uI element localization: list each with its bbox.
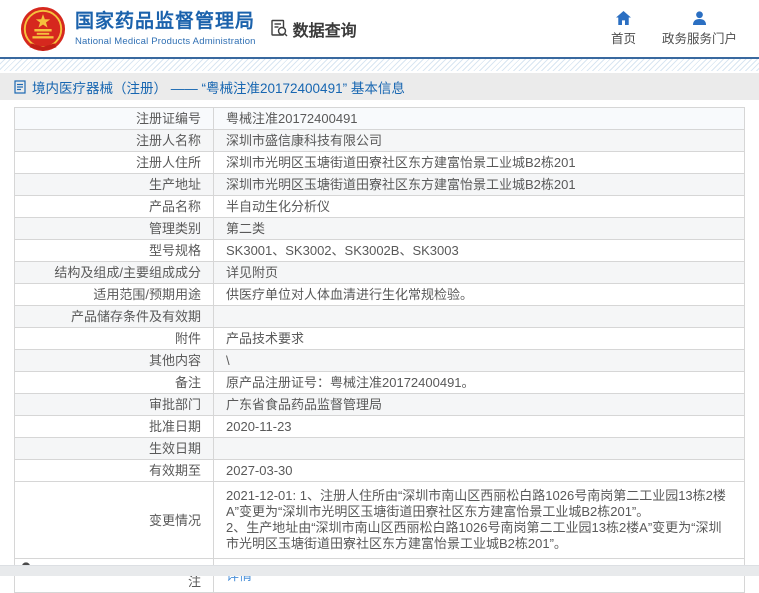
row-label: 变更情况 xyxy=(15,482,214,559)
row-label: 注册证编号 xyxy=(15,108,214,130)
row-label: 注册人住所 xyxy=(15,152,214,174)
gov-portal-link[interactable]: 政务服务门户 xyxy=(662,11,737,47)
row-label: 备注 xyxy=(15,372,214,394)
table-row: 批准日期 2020-11-23 xyxy=(15,416,745,438)
row-label: 生产地址 xyxy=(15,174,214,196)
row-value: 供医疗单位对人体血清进行生化常规检验。 xyxy=(214,284,745,306)
data-query-nav[interactable]: 数据查询 xyxy=(270,17,357,41)
brand-title-cn: 国家药品监督管理局 xyxy=(75,11,256,33)
table-row: 注册证编号 粤械注准20172400491 xyxy=(15,108,745,130)
table-row: 有效期至 2027-03-30 xyxy=(15,460,745,482)
row-label: 有效期至 xyxy=(15,460,214,482)
row-value: 广东省食品药品监督管理局 xyxy=(214,394,745,416)
row-value: 原产品注册证号：粤械注准20172400491。 xyxy=(214,372,745,394)
row-value: 深圳市光明区玉塘街道田寮社区东方建富怡景工业城B2栋201 xyxy=(214,174,745,196)
table-row: 注册人住所 深圳市光明区玉塘街道田寮社区东方建富怡景工业城B2栋201 xyxy=(15,152,745,174)
table-row: 附件 产品技术要求 xyxy=(15,328,745,350)
row-value: \ xyxy=(214,350,745,372)
table-row: 注册人名称 深圳市盛信康科技有限公司 xyxy=(15,130,745,152)
brand-title-en: National Medical Products Administration xyxy=(75,36,256,47)
row-value: 半自动生化分析仪 xyxy=(214,196,745,218)
brand: 国家药品监督管理局 National Medical Products Admi… xyxy=(20,6,256,52)
table-row: 产品名称 半自动生化分析仪 xyxy=(15,196,745,218)
row-label: 结构及组成/主要组成成分 xyxy=(15,262,214,284)
home-icon xyxy=(616,11,631,25)
row-label: 注册人名称 xyxy=(15,130,214,152)
row-value xyxy=(214,438,745,460)
table-row: 结构及组成/主要组成成分 详见附页 xyxy=(15,262,745,284)
table-row: 管理类别 第二类 xyxy=(15,218,745,240)
brand-text: 国家药品监督管理局 National Medical Products Admi… xyxy=(75,11,256,47)
breadcrumb-text: 境内医疗器械（注册） —— “粤械注准20172400491” 基本信息 xyxy=(32,77,405,97)
site-header: 国家药品监督管理局 National Medical Products Admi… xyxy=(0,0,759,57)
table-row: 生效日期 xyxy=(15,438,745,460)
row-label: 附件 xyxy=(15,328,214,350)
page-bottom-strip xyxy=(0,565,759,576)
row-label: 其他内容 xyxy=(15,350,214,372)
home-link[interactable]: 首页 xyxy=(611,11,636,47)
row-label: 型号规格 xyxy=(15,240,214,262)
gov-portal-label: 政务服务门户 xyxy=(662,28,737,47)
row-label: 适用范围/预期用途 xyxy=(15,284,214,306)
registration-info-table: 注册证编号 粤械注准20172400491 注册人名称 深圳市盛信康科技有限公司… xyxy=(14,107,745,593)
table-row: 型号规格 SK3001、SK3002、SK3002B、SK3003 xyxy=(15,240,745,262)
row-value: 第二类 xyxy=(214,218,745,240)
breadcrumb: 境内医疗器械（注册） —— “粤械注准20172400491” 基本信息 xyxy=(0,73,759,100)
row-value: SK3001、SK3002、SK3002B、SK3003 xyxy=(214,240,745,262)
table-row: 产品储存条件及有效期 xyxy=(15,306,745,328)
document-icon xyxy=(14,80,26,94)
table-row: 其他内容 \ xyxy=(15,350,745,372)
row-label: 批准日期 xyxy=(15,416,214,438)
table-row: 变更情况 2021-12-01: 1、注册人住所由“深圳市南山区西丽松白路102… xyxy=(15,482,745,559)
row-label: 管理类别 xyxy=(15,218,214,240)
row-value: 2020-11-23 xyxy=(214,416,745,438)
row-value: 产品技术要求 xyxy=(214,328,745,350)
row-value xyxy=(214,306,745,328)
row-label: 产品储存条件及有效期 xyxy=(15,306,214,328)
data-query-icon xyxy=(270,19,289,38)
row-value: 2027-03-30 xyxy=(214,460,745,482)
row-value: 粤械注准20172400491 xyxy=(214,108,745,130)
top-links: 首页 政务服务门户 xyxy=(611,11,743,47)
person-icon xyxy=(692,11,707,25)
row-label: 生效日期 xyxy=(15,438,214,460)
row-value: 详见附页 xyxy=(214,262,745,284)
row-label: 产品名称 xyxy=(15,196,214,218)
table-row: 备注 原产品注册证号：粤械注准20172400491。 xyxy=(15,372,745,394)
main-content: 注册证编号 粤械注准20172400491 注册人名称 深圳市盛信康科技有限公司… xyxy=(0,100,759,593)
table-row: 适用范围/预期用途 供医疗单位对人体血清进行生化常规检验。 xyxy=(15,284,745,306)
info-table-body: 注册证编号 粤械注准20172400491 注册人名称 深圳市盛信康科技有限公司… xyxy=(15,108,745,593)
table-row: 审批部门 广东省食品药品监督管理局 xyxy=(15,394,745,416)
row-value: 2021-12-01: 1、注册人住所由“深圳市南山区西丽松白路1026号南岗第… xyxy=(214,482,745,559)
row-label: 审批部门 xyxy=(15,394,214,416)
row-value: 深圳市光明区玉塘街道田寮社区东方建富怡景工业城B2栋201 xyxy=(214,152,745,174)
row-value: 深圳市盛信康科技有限公司 xyxy=(214,130,745,152)
hatched-stripe-band xyxy=(0,59,759,71)
home-label: 首页 xyxy=(611,28,636,47)
data-query-label: 数据查询 xyxy=(293,17,357,41)
table-row: 生产地址 深圳市光明区玉塘街道田寮社区东方建富怡景工业城B2栋201 xyxy=(15,174,745,196)
nmpa-emblem-logo xyxy=(20,6,66,52)
